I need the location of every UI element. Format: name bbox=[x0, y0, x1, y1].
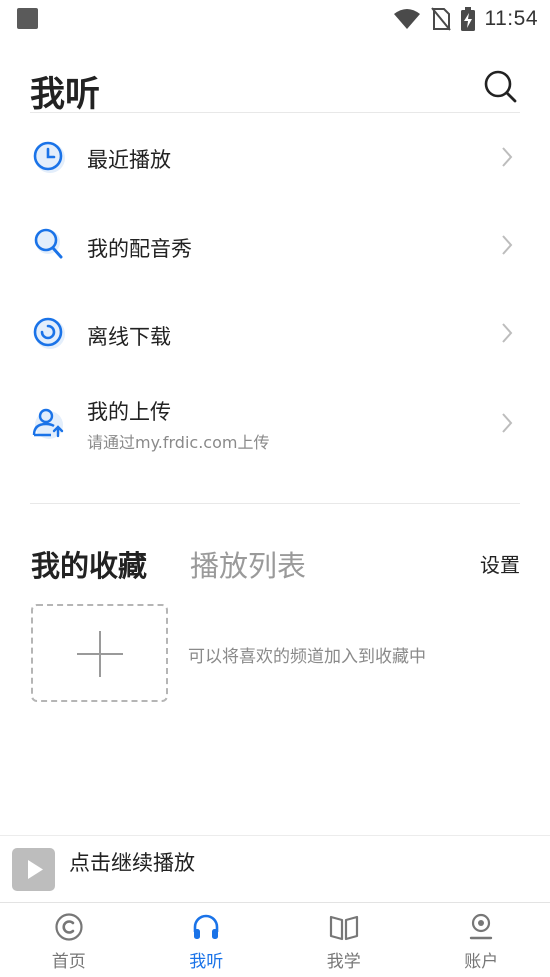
account-icon bbox=[470, 913, 493, 940]
tab-playlist[interactable]: 播放列表 bbox=[190, 543, 306, 585]
menu-item-my-upload[interactable]: 我的上传 请通过my.frdic.com上传 bbox=[0, 385, 550, 465]
chevron-right-icon bbox=[502, 235, 513, 255]
play-icon bbox=[28, 860, 43, 879]
tab-label: 我学 bbox=[326, 952, 361, 972]
tab-label: 首页 bbox=[51, 952, 86, 972]
chevron-right-icon bbox=[502, 147, 513, 167]
section-divider bbox=[30, 503, 520, 504]
menu-item-recent-play[interactable]: 最近播放 bbox=[0, 122, 550, 192]
tab-label: 我听 bbox=[189, 952, 224, 972]
tab-learn[interactable]: 我学 bbox=[275, 903, 413, 977]
magnifier-icon bbox=[34, 228, 63, 259]
bottom-tab-bar: 首页 我听 我学 账户 bbox=[0, 902, 550, 977]
mini-player-cover bbox=[12, 848, 55, 891]
menu-item-dubbing-show[interactable]: 我的配音秀 bbox=[0, 210, 550, 280]
chevron-right-icon bbox=[502, 413, 513, 433]
user-upload-icon bbox=[32, 408, 64, 439]
mini-player[interactable]: 点击继续播放 bbox=[0, 835, 550, 902]
wifi-icon bbox=[393, 9, 420, 29]
favorites-hint: 可以将喜欢的频道加入到收藏中 bbox=[188, 647, 426, 667]
page-title: 我听 bbox=[30, 75, 101, 115]
tab-account[interactable]: 账户 bbox=[413, 903, 550, 977]
tab-label: 账户 bbox=[464, 952, 499, 972]
page-header: 我听 bbox=[30, 62, 520, 115]
tab-home[interactable]: 首页 bbox=[0, 903, 138, 977]
menu-item-label: 我的配音秀 bbox=[87, 237, 192, 261]
home-c-icon bbox=[55, 913, 83, 941]
headphones-icon bbox=[193, 914, 219, 939]
status-bar: 11:54 bbox=[0, 0, 550, 38]
menu-item-label: 最近播放 bbox=[87, 148, 171, 172]
menu-item-offline-download[interactable]: 离线下载 bbox=[0, 298, 550, 368]
tab-listen[interactable]: 我听 bbox=[138, 903, 276, 977]
menu-item-label: 离线下载 bbox=[87, 325, 171, 349]
status-icons: 11:54 bbox=[393, 5, 539, 33]
search-icon[interactable] bbox=[482, 68, 518, 104]
add-favorite-button[interactable] bbox=[31, 604, 168, 702]
status-time: 11:54 bbox=[484, 7, 538, 30]
battery-charging-icon bbox=[460, 7, 475, 31]
book-icon bbox=[329, 915, 358, 941]
download-ring-icon bbox=[33, 317, 65, 349]
settings-button[interactable]: 设置 bbox=[480, 549, 520, 578]
chevron-right-icon bbox=[502, 323, 513, 343]
tab-my-favorites[interactable]: 我的收藏 bbox=[31, 543, 147, 585]
menu-item-sublabel: 请通过my.frdic.com上传 bbox=[87, 433, 270, 452]
no-sim-icon bbox=[430, 7, 451, 31]
clock-icon bbox=[33, 141, 65, 173]
mini-player-label: 点击继续播放 bbox=[69, 851, 195, 875]
menu-item-label: 我的上传 bbox=[87, 400, 171, 424]
notification-square-icon bbox=[17, 8, 38, 29]
